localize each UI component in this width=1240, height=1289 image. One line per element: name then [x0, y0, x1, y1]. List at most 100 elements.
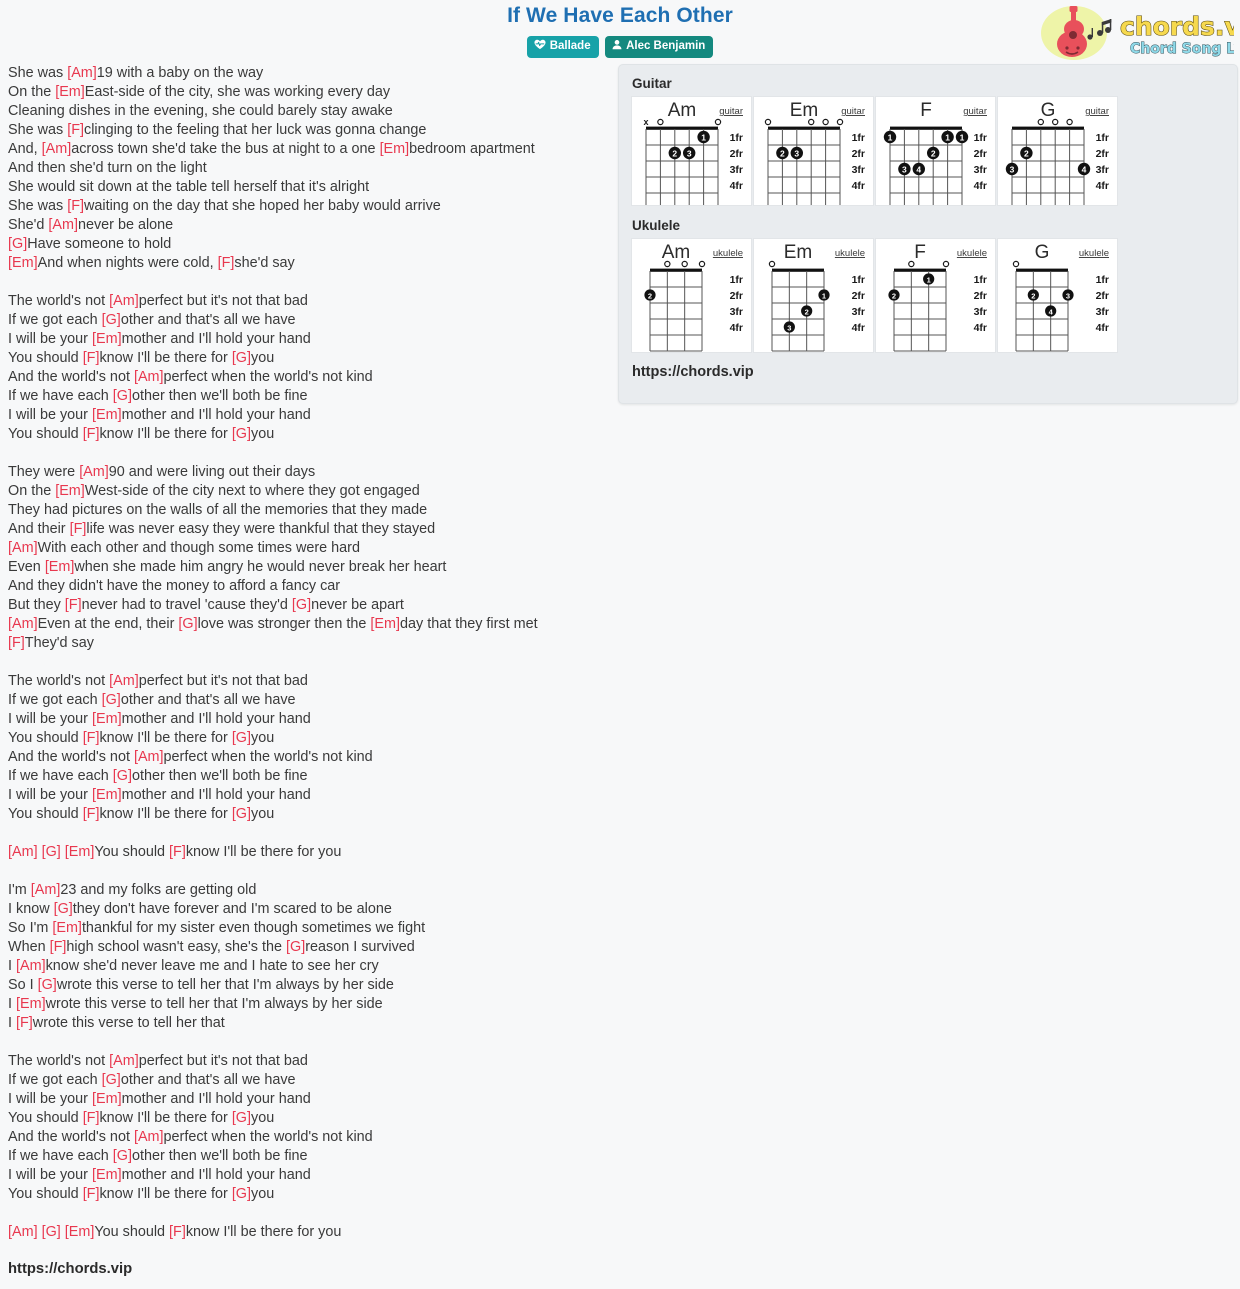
- chord-marker[interactable]: [Am]: [109, 1053, 139, 1069]
- chord-marker[interactable]: [G]: [286, 939, 305, 955]
- chord-marker[interactable]: [Am]: [42, 141, 72, 157]
- chord-marker[interactable]: [G]: [102, 692, 121, 708]
- nut-line: [768, 126, 840, 130]
- chord-marker[interactable]: [F]: [83, 1186, 100, 1202]
- fret-number-label: 4fr: [730, 180, 743, 192]
- chord-marker[interactable]: [Am]: [16, 958, 46, 974]
- chord-marker[interactable]: [Am]: [31, 882, 61, 898]
- lyric-text: bedroom apartment: [409, 141, 535, 157]
- lyric-line: I [F]wrote this verse to tell her that: [8, 1014, 608, 1033]
- chord-marker[interactable]: [G]: [54, 901, 73, 917]
- chord-marker[interactable]: [G]: [38, 977, 57, 993]
- svg-text:3: 3: [687, 148, 692, 158]
- chord-marker[interactable]: [Em]: [8, 255, 38, 271]
- chord-marker[interactable]: [Am]: [79, 464, 109, 480]
- chord-marker[interactable]: [G]: [232, 1110, 251, 1126]
- chord-marker[interactable]: [Em]: [45, 559, 75, 575]
- chord-marker[interactable]: [G]: [113, 388, 132, 404]
- chord-name-label: F: [920, 100, 932, 121]
- svg-text:2: 2: [931, 148, 936, 158]
- chord-marker[interactable]: [Em]: [16, 996, 46, 1012]
- chord-marker[interactable]: [G]: [232, 806, 251, 822]
- chord-marker[interactable]: [F]: [83, 730, 100, 746]
- artist-badge[interactable]: Alec Benjamin: [605, 36, 714, 58]
- genre-badge[interactable]: Ballade: [526, 36, 599, 58]
- fret-number-label: 4fr: [1096, 322, 1109, 334]
- chord-marker[interactable]: [F]: [67, 198, 84, 214]
- chord-marker[interactable]: [F]: [169, 1224, 186, 1240]
- chord-marker[interactable]: [F]: [218, 255, 235, 271]
- open-string-marker: [822, 118, 829, 126]
- chord-marker[interactable]: [G]: [102, 1072, 121, 1088]
- chord-diagram-panel: Guitar Am guitar x 1 2 3 1fr 2fr 3fr 4fr Em guitar 2…: [618, 64, 1238, 404]
- chord-marker[interactable]: [G]: [178, 616, 197, 632]
- chord-marker[interactable]: [G]: [232, 730, 251, 746]
- chord-marker[interactable]: [Am] [G] [Em]: [8, 1224, 94, 1240]
- chord-marker[interactable]: [G]: [232, 1186, 251, 1202]
- lyric-text: With each other and though some times we…: [37, 540, 360, 556]
- chord-marker[interactable]: [Em]: [92, 1167, 122, 1183]
- finger-dot: 4: [912, 162, 925, 176]
- chord-marker[interactable]: [Em]: [55, 84, 85, 100]
- lyric-line: And they didn't have the money to afford…: [8, 577, 608, 596]
- chord-marker[interactable]: [Em]: [55, 483, 85, 499]
- chord-marker[interactable]: [Em]: [92, 1091, 122, 1107]
- chord-marker[interactable]: [Am]: [134, 749, 164, 765]
- chord-marker[interactable]: [G]: [8, 236, 27, 252]
- chord-marker[interactable]: [F]: [16, 1015, 33, 1031]
- chord-marker[interactable]: [G]: [232, 350, 251, 366]
- footer-url[interactable]: https://chords.vip: [8, 1261, 132, 1277]
- fret-number-label: 4fr: [852, 180, 865, 192]
- chord-marker[interactable]: [Em]: [92, 331, 122, 347]
- chord-marker[interactable]: [F]: [65, 597, 82, 613]
- chord-marker[interactable]: [Em]: [52, 920, 82, 936]
- fret-number-label: 2fr: [1096, 290, 1109, 302]
- lyric-line: If we have each [G]other then we'll both…: [8, 1147, 608, 1166]
- lyric-text: mother and I'll hold your hand: [121, 1167, 311, 1183]
- chord-diagram-em[interactable]: Em ukulele 1 2 3 1fr 2fr 3fr 4fr: [753, 238, 874, 353]
- chord-marker[interactable]: [Am]: [48, 217, 78, 233]
- chord-marker[interactable]: [Am]: [134, 1129, 164, 1145]
- lyric-text: Have someone to hold: [27, 236, 172, 252]
- chord-marker[interactable]: [Am] [G] [Em]: [8, 844, 94, 860]
- chord-marker[interactable]: [Am]: [134, 369, 164, 385]
- lyric-text: Even: [8, 559, 45, 575]
- panel-url[interactable]: https://chords.vip: [632, 364, 1227, 380]
- chord-marker[interactable]: [F]: [83, 806, 100, 822]
- chord-marker[interactable]: [F]: [70, 521, 87, 537]
- chord-diagram-am[interactable]: Am guitar x 1 2 3 1fr 2fr 3fr 4fr: [631, 96, 752, 206]
- chord-marker[interactable]: [G]: [113, 768, 132, 784]
- chord-marker[interactable]: [G]: [113, 1148, 132, 1164]
- chord-diagram-g[interactable]: Gukulele 2 3 4 1fr 2fr 3fr 4fr: [997, 238, 1118, 353]
- chord-marker[interactable]: [G]: [292, 597, 311, 613]
- chord-diagram-f[interactable]: Fukulele 1 2 1fr 2fr 3fr 4fr: [875, 238, 996, 353]
- lyric-text: So I'm: [8, 920, 53, 936]
- chord-marker[interactable]: [Am]: [67, 65, 97, 81]
- chord-marker[interactable]: [F]: [169, 844, 186, 860]
- site-logo[interactable]: chords.vip Chord Song Lyric: [1038, 4, 1240, 62]
- chord-diagram-g[interactable]: Gguitar 2 3 4 1fr 2fr 3fr 4fr: [997, 96, 1118, 206]
- finger-dot: 2: [1020, 146, 1033, 160]
- chord-marker[interactable]: [Am]: [8, 540, 38, 556]
- chord-diagram-em[interactable]: Em guitar 2 3 1fr 2fr 3fr 4fr: [753, 96, 874, 206]
- chord-marker[interactable]: [G]: [232, 426, 251, 442]
- chord-marker[interactable]: [Em]: [380, 141, 410, 157]
- chord-marker[interactable]: [Am]: [109, 293, 139, 309]
- chord-marker[interactable]: [Am]: [109, 673, 139, 689]
- chord-marker[interactable]: [Em]: [92, 711, 122, 727]
- chord-marker[interactable]: [Am]: [8, 616, 38, 632]
- chord-marker[interactable]: [Em]: [92, 407, 122, 423]
- chord-marker[interactable]: [Em]: [92, 787, 122, 803]
- instrument-tag-label: guitar: [719, 106, 743, 117]
- lyric-text: when she made him angry he would never b…: [74, 559, 447, 575]
- chord-marker[interactable]: [F]: [67, 122, 84, 138]
- chord-marker[interactable]: [F]: [83, 1110, 100, 1126]
- chord-marker[interactable]: [F]: [83, 350, 100, 366]
- chord-marker[interactable]: [Em]: [370, 616, 400, 632]
- chord-marker[interactable]: [G]: [102, 312, 121, 328]
- chord-diagram-f[interactable]: Fguitar 1 1 1 2 3 4 1fr 2fr 3fr 4fr: [875, 96, 996, 206]
- chord-diagram-am[interactable]: Am ukulele 2 1fr 2fr 3fr 4fr: [631, 238, 752, 353]
- chord-marker[interactable]: [F]: [83, 426, 100, 442]
- chord-marker[interactable]: [F]: [50, 939, 67, 955]
- chord-marker[interactable]: [F]: [8, 635, 25, 651]
